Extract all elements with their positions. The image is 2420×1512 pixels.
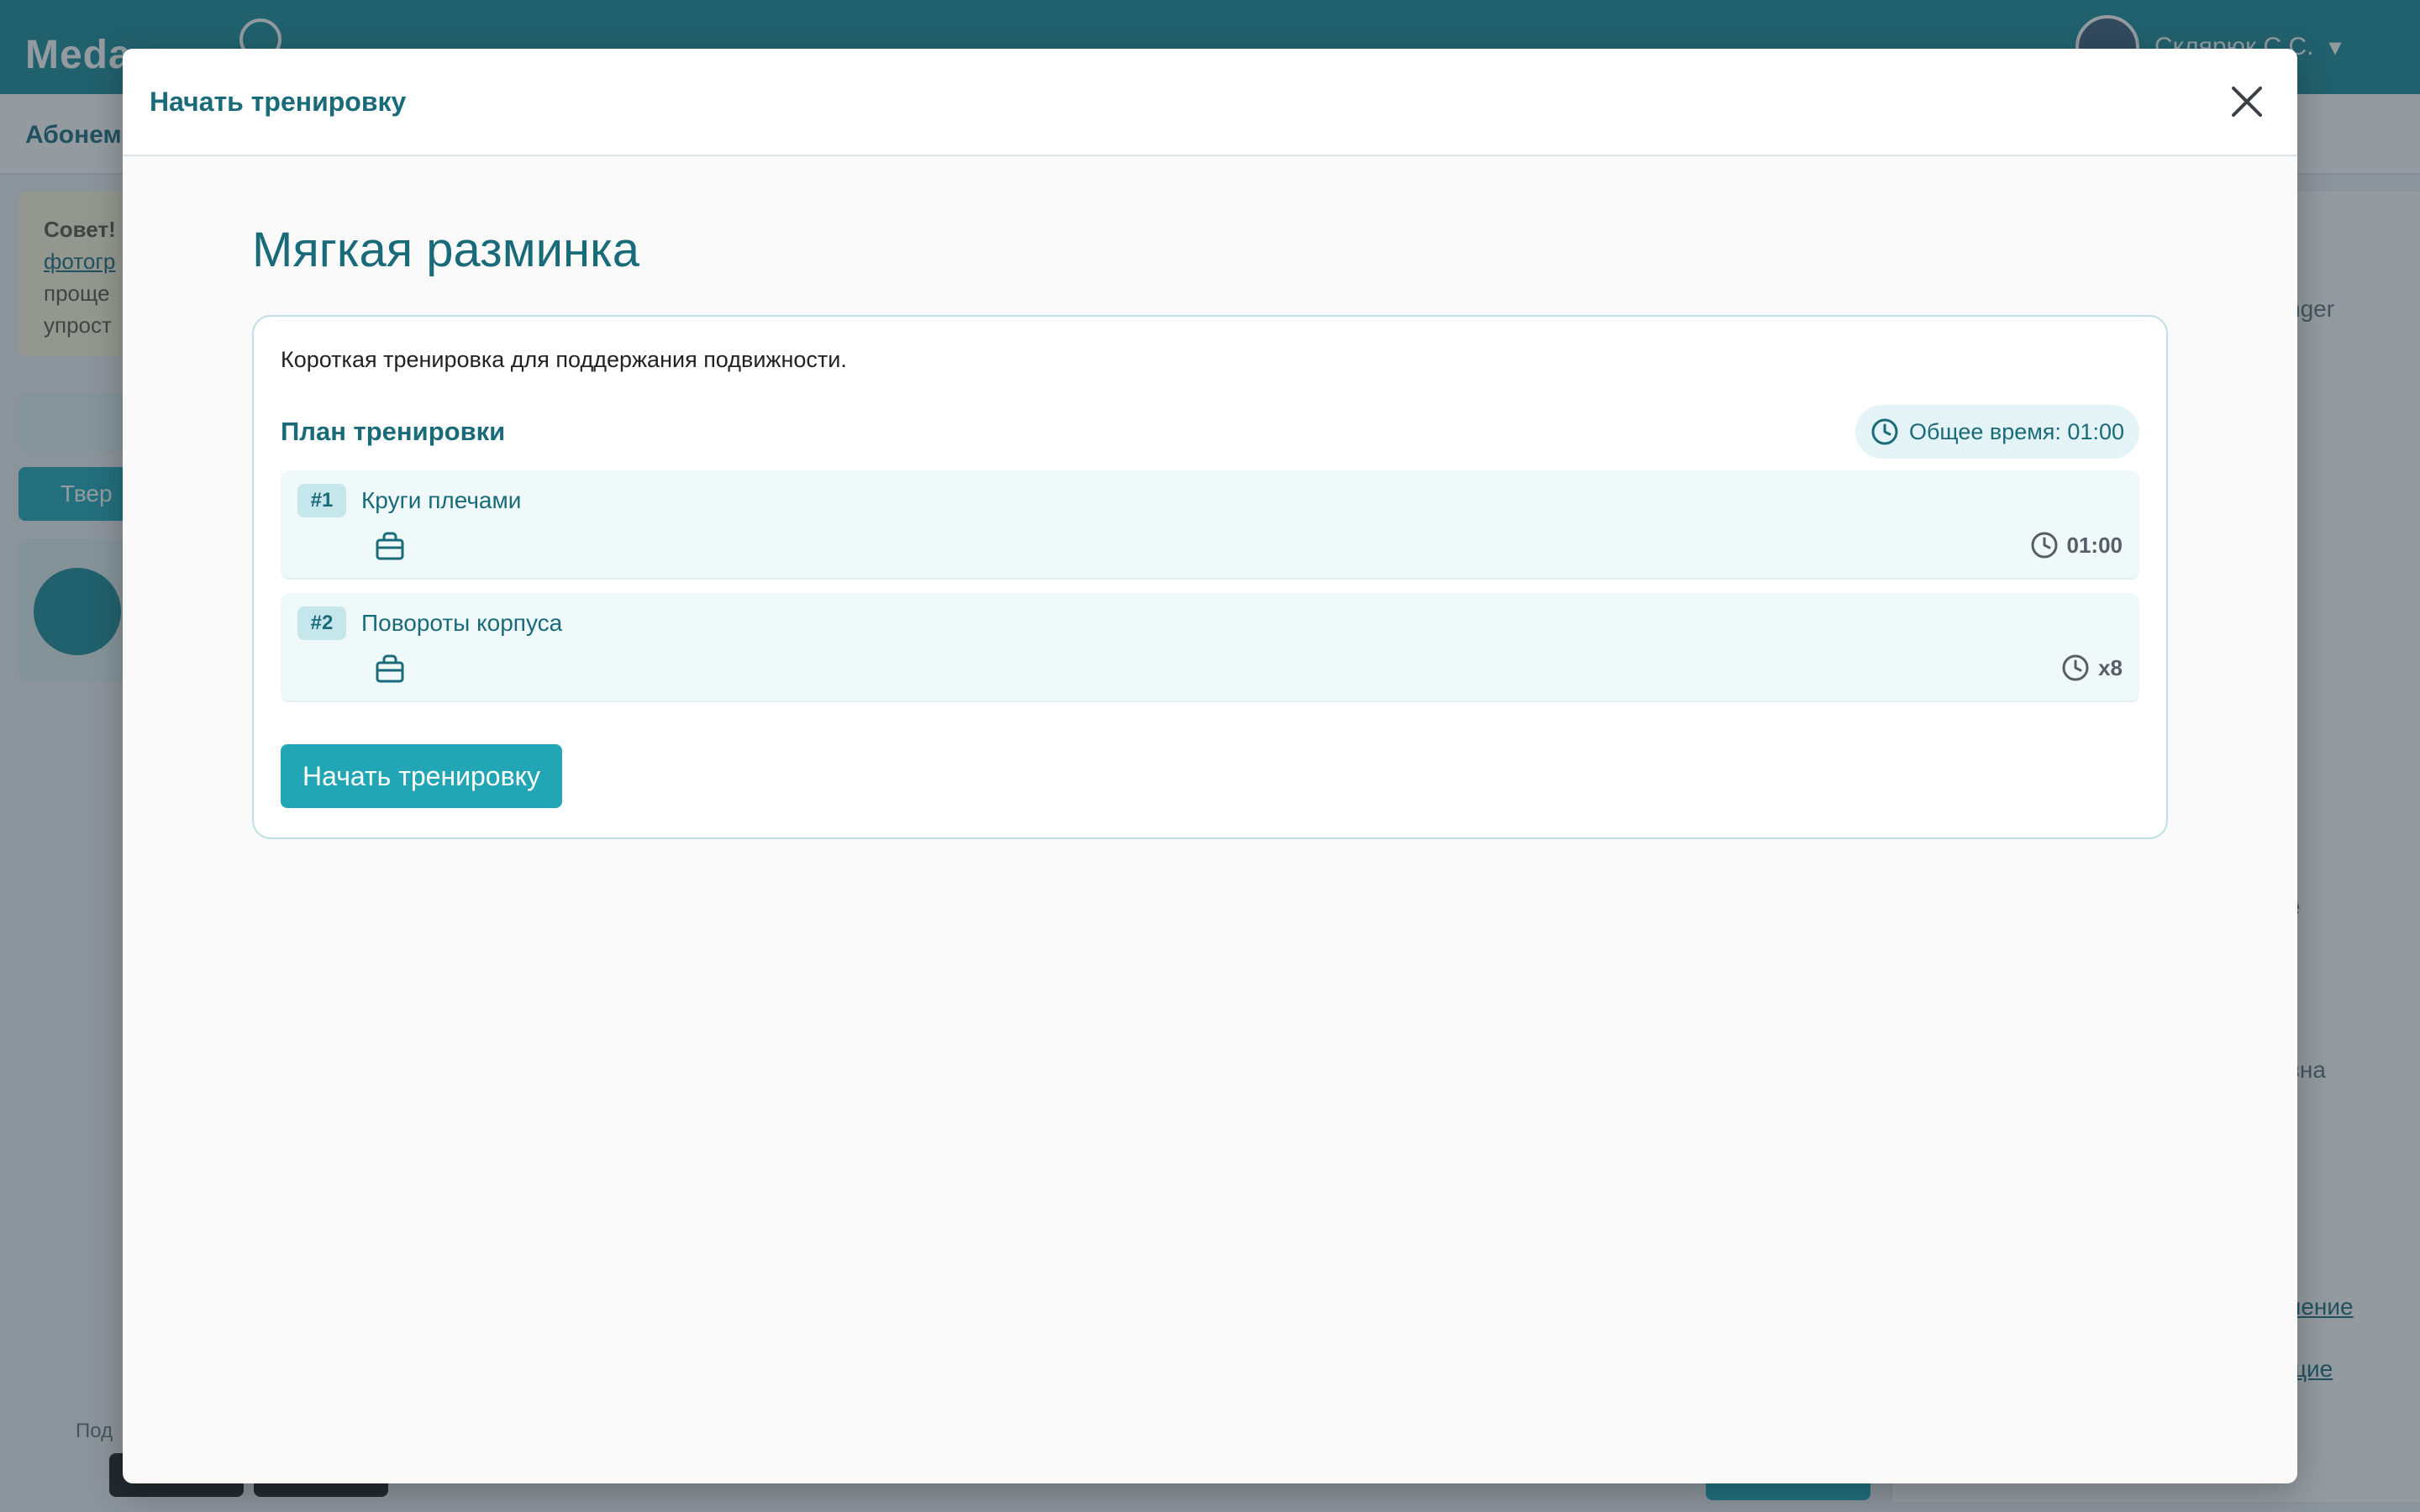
modal-header: Начать тренировку (123, 49, 2297, 156)
exercise-duration-text: x8 (2098, 654, 2123, 680)
exercise-duration-text: 01:00 (2066, 532, 2123, 558)
start-workout-modal: Начать тренировку Мягкая разминка Коротк… (123, 49, 2297, 1483)
exercise-name: Круги плечами (361, 487, 522, 513)
clock-icon (2031, 532, 2057, 559)
exercise-number: #1 (297, 484, 346, 517)
bag-icon (376, 654, 404, 683)
workout-description: Короткая тренировка для поддержания подв… (281, 347, 847, 372)
clock-icon (2062, 654, 2089, 681)
clock-icon (1871, 418, 1898, 445)
bag-icon (376, 532, 404, 560)
workout-title: Мягкая разминка (252, 223, 639, 277)
total-time-badge: Общее время: 01:00 (1854, 405, 2139, 459)
exercise-list: #1 Круги плечами 01:00 #2 Повороты корпу… (281, 470, 2139, 702)
plan-header: План тренировки Общее время: 01:00 (281, 405, 2139, 459)
total-time-text: Общее время: 01:00 (1908, 418, 2124, 444)
start-workout-button[interactable]: Начать тренировку (281, 744, 562, 808)
close-icon (2232, 87, 2262, 117)
exercise-item[interactable]: #1 Круги плечами 01:00 (281, 470, 2139, 580)
exercise-duration: 01:00 (2030, 531, 2123, 559)
exercise-name: Повороты корпуса (361, 610, 563, 636)
workout-card: Короткая тренировка для поддержания подв… (252, 315, 2168, 839)
exercise-number: #2 (297, 606, 346, 640)
exercise-duration: x8 (2061, 654, 2123, 682)
exercise-item[interactable]: #2 Повороты корпуса x8 (281, 593, 2139, 702)
modal-body: Мягкая разминка Короткая тренировка для … (123, 222, 2297, 839)
modal-title: Начать тренировку (150, 86, 407, 117)
plan-title: План тренировки (281, 417, 506, 446)
close-button[interactable] (2223, 78, 2270, 125)
